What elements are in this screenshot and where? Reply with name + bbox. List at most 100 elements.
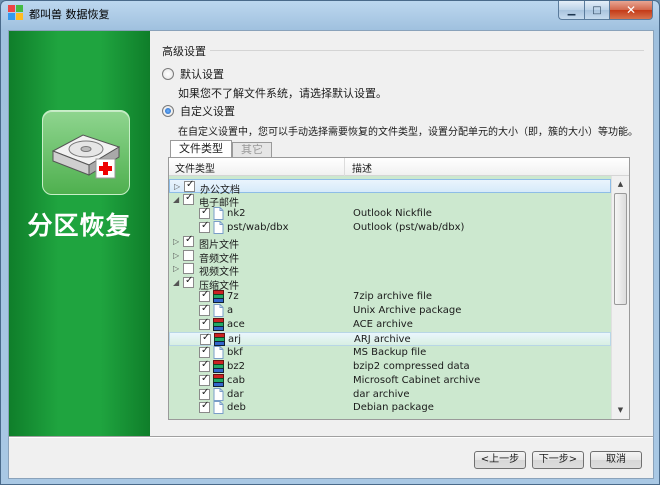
tree-rows: ▷办公文档◢电子邮件nk2Outlook Nickfilepst/wab/dbx… — [169, 176, 611, 419]
maximize-button[interactable]: □ — [584, 1, 609, 20]
tree-row[interactable]: ▷ 视频文件 — [169, 262, 611, 278]
footer-divider — [9, 436, 653, 437]
row-type-name: deb — [227, 402, 246, 414]
row-checkbox[interactable] — [199, 387, 210, 400]
row-checkbox[interactable] — [199, 220, 210, 233]
archive-icon — [213, 318, 224, 331]
section-divider — [210, 50, 644, 51]
column-separator[interactable] — [344, 158, 345, 176]
row-checkbox[interactable] — [199, 345, 210, 358]
tree-row[interactable]: ▷图片文件 — [169, 234, 611, 251]
row-checkbox[interactable] — [199, 289, 210, 303]
file-icon — [213, 304, 224, 318]
prev-button[interactable]: <上一步 — [474, 451, 526, 469]
default-setting-label: 默认设置 — [180, 68, 224, 81]
next-button[interactable]: 下一步> — [532, 451, 584, 469]
row-checkbox[interactable] — [184, 179, 195, 192]
tree-row[interactable]: dar dar archive — [169, 387, 611, 402]
radio-default[interactable] — [162, 68, 174, 80]
scroll-down-button[interactable]: ▼ — [613, 403, 628, 418]
file-icon — [213, 387, 224, 401]
tree-row[interactable]: a Unix Archive package — [169, 303, 611, 318]
custom-setting-radio[interactable]: 自定义设置 — [162, 103, 235, 119]
row-type-name: bkf — [227, 346, 243, 358]
row-type-name: bz2 — [227, 360, 245, 372]
row-description: 7zip archive file — [353, 291, 433, 303]
tree-row[interactable]: ace ACE archive — [169, 317, 611, 332]
tab-other[interactable]: 其它 — [232, 142, 272, 158]
row-checkbox[interactable] — [183, 263, 194, 275]
title-bar[interactable]: 都叫兽 数据恢复 ▁ □ ✕ — [1, 1, 659, 25]
minimize-icon: ▁ — [567, 4, 576, 16]
vertical-scrollbar[interactable]: ▲ ▼ — [611, 176, 629, 419]
row-description: Microsoft Cabinet archive — [353, 374, 481, 386]
tree-row[interactable]: ▷办公文档 — [169, 179, 611, 196]
custom-setting-label: 自定义设置 — [180, 105, 235, 118]
row-checkbox[interactable] — [183, 249, 194, 261]
tree-row[interactable]: ◢压缩文件 — [169, 275, 611, 292]
hard-drive-icon — [51, 134, 121, 179]
scroll-thumb[interactable] — [614, 193, 627, 305]
expand-arrow-icon[interactable]: ▷ — [174, 181, 182, 192]
row-checkbox[interactable] — [199, 373, 210, 386]
collapse-arrow-icon[interactable]: ◢ — [173, 194, 181, 205]
close-icon: ✕ — [625, 3, 637, 17]
archive-icon — [214, 332, 225, 346]
row-checkbox[interactable] — [199, 359, 210, 372]
row-description: ACE archive — [353, 319, 413, 330]
tree-row[interactable]: pst/wab/dbx Outlook (pst/wab/dbx) — [169, 220, 611, 235]
row-type-name: nk2 — [227, 207, 246, 219]
tree-row[interactable]: bz2 bzip2 compressed data — [169, 359, 611, 374]
row-type-name: arj — [228, 333, 242, 345]
section-title: 高级设置 — [162, 45, 206, 58]
scroll-down-icon: ▼ — [617, 406, 624, 414]
default-setting-radio[interactable]: 默认设置 — [162, 66, 224, 82]
tree-row[interactable]: ◢电子邮件 — [169, 192, 611, 209]
column-headers: 文件类型 描述 — [169, 158, 629, 176]
row-checkbox[interactable] — [199, 400, 210, 414]
scroll-up-button[interactable]: ▲ — [613, 177, 628, 192]
app-logo-icon — [8, 5, 23, 20]
column-header-type[interactable]: 文件类型 — [175, 160, 215, 175]
radio-custom[interactable] — [162, 105, 174, 117]
close-button[interactable]: ✕ — [609, 1, 653, 20]
row-description: Debian package — [353, 402, 434, 414]
expand-arrow-icon[interactable]: ▷ — [173, 236, 181, 247]
row-checkbox[interactable] — [199, 206, 210, 219]
tree-row[interactable]: nk2 Outlook Nickfile — [169, 206, 611, 221]
row-checkbox[interactable] — [183, 275, 194, 289]
tab-file-types[interactable]: 文件类型 — [170, 140, 232, 158]
row-checkbox[interactable] — [199, 317, 210, 330]
scroll-up-icon: ▲ — [617, 180, 624, 188]
row-type-name: pst/wab/dbx — [227, 221, 289, 233]
minimize-button[interactable]: ▁ — [558, 1, 584, 20]
expand-arrow-icon[interactable]: ▷ — [173, 263, 181, 274]
row-description: bzip2 compressed data — [353, 360, 470, 372]
window-title: 都叫兽 数据恢复 — [29, 8, 110, 21]
archive-icon — [213, 373, 224, 387]
archive-icon — [213, 290, 224, 304]
row-checkbox[interactable] — [199, 303, 210, 317]
row-checkbox[interactable] — [200, 332, 211, 345]
file-icon — [213, 206, 224, 220]
tree-row[interactable]: cab Microsoft Cabinet archive — [169, 373, 611, 388]
settings-content: 高级设置 默认设置 如果您不了解文件系统，请选择默认设置。 自定义设置 在自定义… — [158, 31, 648, 436]
file-icon — [213, 345, 224, 359]
row-type-name: dar — [227, 388, 244, 400]
column-header-desc[interactable]: 描述 — [352, 160, 372, 175]
tree-row[interactable]: ▷ 音频文件 — [169, 249, 611, 265]
tree-row[interactable]: 7z 7zip archive file — [169, 289, 611, 304]
tree-row[interactable]: deb Debian package — [169, 400, 611, 415]
file-type-tree: 文件类型 描述 ▷办公文档◢电子邮件nk2Outlook Nickfilepst… — [168, 157, 630, 420]
custom-setting-desc: 在自定义设置中，您可以手动选择需要恢复的文件类型，设置分配单元的大小（即，簇的大… — [178, 127, 638, 138]
row-checkbox[interactable] — [183, 234, 194, 247]
row-checkbox[interactable] — [183, 192, 194, 205]
file-icon — [213, 220, 224, 234]
cancel-button[interactable]: 取消 — [590, 451, 642, 469]
expand-arrow-icon[interactable]: ▷ — [173, 250, 181, 261]
tree-row[interactable]: arj ARJ archive — [169, 331, 611, 346]
tree-row[interactable]: bkf MS Backup file — [169, 345, 611, 360]
collapse-arrow-icon[interactable]: ◢ — [173, 277, 181, 288]
default-setting-desc: 如果您不了解文件系统，请选择默认设置。 — [178, 87, 387, 100]
row-description: Outlook (pst/wab/dbx) — [353, 221, 465, 233]
